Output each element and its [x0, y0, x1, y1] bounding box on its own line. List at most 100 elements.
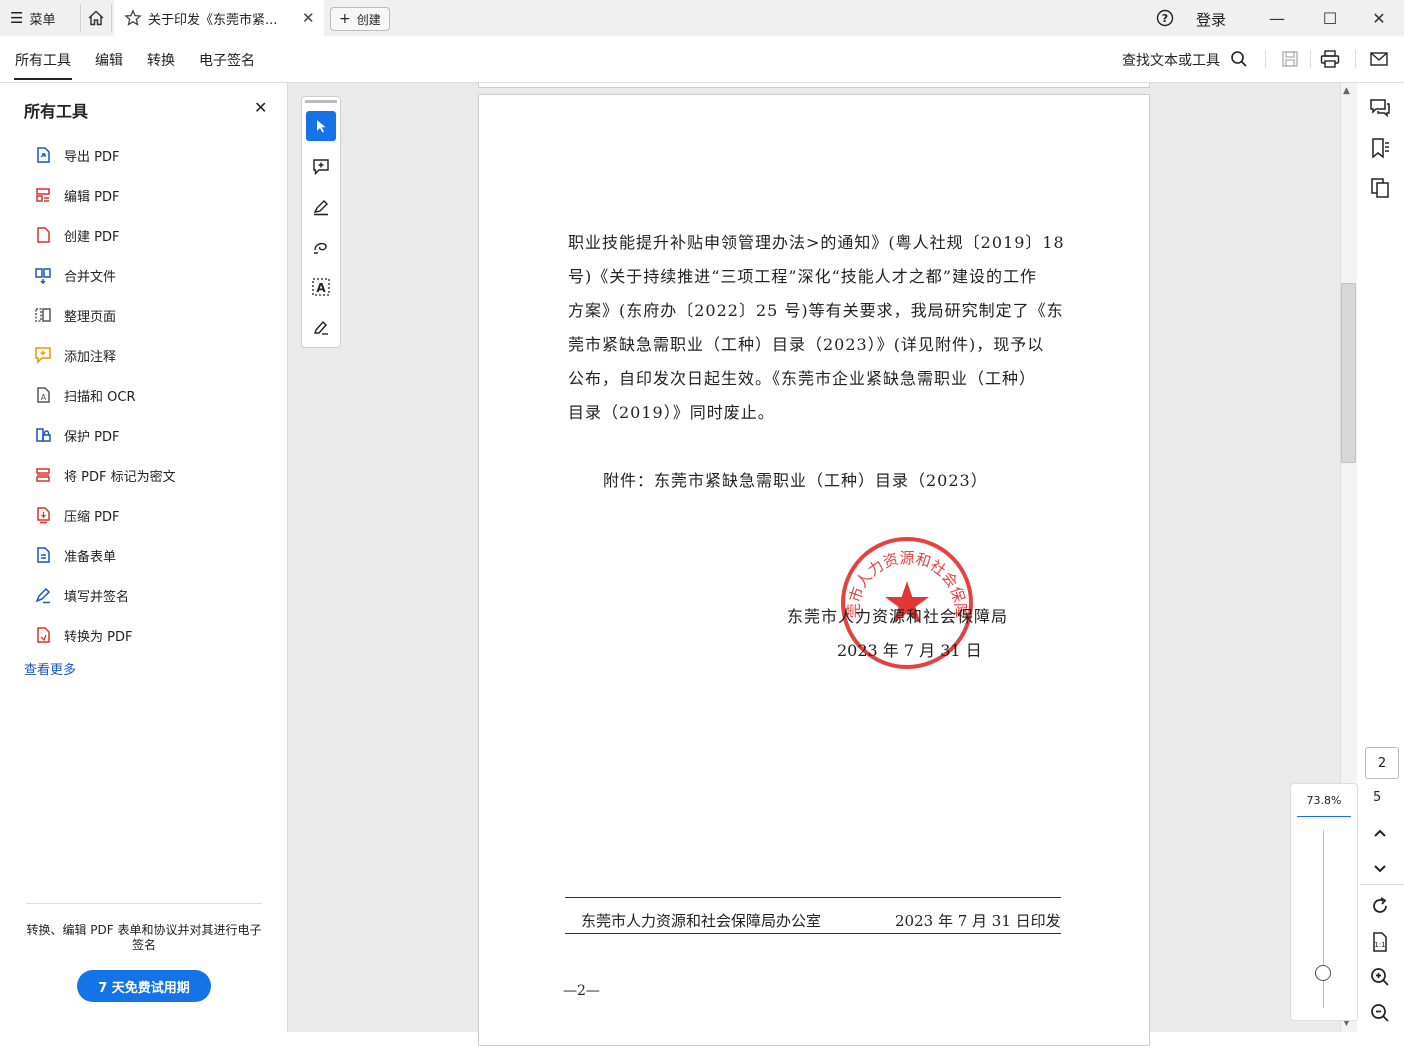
help-icon[interactable]: ? [1156, 9, 1174, 27]
total-pages: 5 [1373, 790, 1382, 805]
footer-date: 2023 年 7 月 31 日印发 [895, 912, 1061, 930]
tool-item[interactable]: 添加注释 [34, 344, 116, 366]
pages-icon[interactable] [1368, 176, 1392, 200]
prepare-form-icon [37, 547, 50, 563]
footer-rule-top [565, 897, 1061, 898]
tool-label: 准备表单 [64, 549, 117, 565]
protect-pdf-icon [36, 428, 51, 442]
divider [1360, 884, 1404, 885]
tool-label: 扫描和 OCR [64, 389, 136, 405]
tool-item[interactable]: 将 PDF 标记为密文 [34, 464, 176, 486]
close-panel-icon[interactable]: ✕ [254, 98, 267, 117]
scroll-up-icon[interactable]: ▲ [1343, 86, 1350, 96]
login-button[interactable]: 登录 [1196, 9, 1226, 30]
tool-item[interactable]: A 扫描和 OCR [34, 384, 135, 406]
print-icon[interactable] [1320, 50, 1340, 68]
tool-label: 添加注释 [64, 349, 117, 365]
create-button[interactable]: + 创建 [330, 7, 390, 31]
tool-label: 编辑 PDF [64, 189, 120, 205]
tool-label: 填写并签名 [64, 589, 130, 605]
tools-panel: 所有工具 ✕ 导出 PDF 编辑 PDF 创建 PDF 合并文件整理页面添加注释 A 扫描… [0, 83, 288, 1032]
tab-all-tools[interactable]: 所有工具 [15, 50, 71, 70]
scan-ocr-icon: A [37, 387, 50, 403]
rotate-icon[interactable] [1368, 894, 1392, 918]
bookmarks-icon[interactable] [1368, 136, 1392, 160]
tool-label: 合并文件 [64, 269, 117, 285]
paragraph-line: 莞市紧缺急需职业（工种）目录（2023）》(详见附件)，现予以 [568, 335, 1045, 354]
tool-item[interactable]: 编辑 PDF [34, 184, 119, 206]
close-window-icon[interactable]: ✕ [1364, 6, 1394, 30]
paragraph-line: 目录（2019）》同时废止。 [568, 403, 775, 422]
create-label: 创建 [356, 12, 381, 27]
search-tools-label[interactable]: 查找文本或工具 [1122, 50, 1220, 70]
tool-item[interactable]: 压缩 PDF [34, 504, 119, 526]
combine-files-icon [35, 268, 51, 284]
panel-title: 所有工具 [24, 102, 89, 121]
maximize-icon[interactable]: ☐ [1315, 6, 1345, 30]
svg-text:A: A [41, 393, 47, 402]
select-tool-button[interactable] [306, 111, 336, 141]
minimize-icon[interactable]: — [1262, 6, 1292, 30]
page-marker: —2— [563, 983, 600, 999]
search-icon[interactable] [1230, 50, 1248, 68]
zoom-level-input[interactable]: 73.8% [1298, 794, 1350, 807]
right-rail [1357, 83, 1404, 1032]
text-recognition-button[interactable]: A [306, 272, 336, 302]
document-tab[interactable]: 关于印发《东莞市紧... ✕ [114, 0, 324, 36]
highlight-tool-button[interactable] [306, 192, 336, 222]
zoom-panel [1290, 783, 1358, 1021]
current-page-input[interactable]: 2 [1365, 747, 1399, 779]
pdf-page[interactable]: 职业技能提升补贴申领管理办法>的通知》(粤人社规〔2019〕18 号)《关于持续推… [478, 94, 1150, 1046]
zoom-slider-track[interactable] [1323, 830, 1324, 1008]
fit-page-icon[interactable]: 1:1 [1368, 930, 1392, 954]
sign-tool-button[interactable] [306, 312, 336, 342]
edit-pdf-icon [36, 188, 50, 202]
redact-icon [36, 468, 50, 482]
tool-item[interactable]: 转换为 PDF [34, 624, 132, 646]
paragraph-line: 方案》(东府办〔2022〕25 号)等有关要求，我局研究制定了《东 [568, 301, 1064, 320]
tool-item[interactable]: 保护 PDF [34, 424, 119, 446]
close-tab-icon[interactable]: ✕ [302, 9, 315, 27]
tool-item[interactable]: 整理页面 [34, 304, 116, 326]
draw-tool-button[interactable] [306, 232, 336, 262]
tool-label: 导出 PDF [64, 149, 120, 165]
convert-to-pdf-icon [37, 627, 50, 643]
add-comment-button[interactable] [306, 152, 336, 182]
menu-button[interactable]: ☰ 菜单 [10, 8, 55, 28]
svg-text:?: ? [1162, 12, 1168, 25]
next-page-icon[interactable] [1368, 856, 1392, 880]
freehand-icon [314, 242, 327, 254]
hamburger-icon: ☰ [10, 9, 24, 27]
free-trial-button[interactable]: 7 天免费试用期 [77, 970, 211, 1002]
tab-convert[interactable]: 转换 [147, 50, 175, 70]
comment-icon [35, 347, 51, 364]
document-tab-title: 关于印发《东莞市紧... [148, 12, 278, 28]
tool-item[interactable]: 创建 PDF [34, 224, 119, 246]
comments-icon[interactable] [1368, 96, 1392, 120]
zoom-in-icon[interactable] [1368, 965, 1392, 989]
export-pdf-icon [37, 147, 50, 163]
footer-rule-bottom [565, 933, 1061, 934]
toolbar-handle[interactable] [305, 100, 337, 103]
signature-org: 东莞市人力资源和社会保障局 [787, 607, 1009, 626]
footer-org: 东莞市人力资源和社会保障局办公室 [581, 912, 822, 930]
star-icon[interactable] [124, 9, 142, 27]
home-button[interactable] [80, 4, 112, 32]
cursor-icon [317, 120, 326, 133]
tool-item[interactable]: 准备表单 [34, 544, 116, 566]
save-icon[interactable] [1281, 50, 1299, 68]
compress-pdf-icon [37, 507, 50, 524]
tool-item[interactable]: 导出 PDF [34, 144, 119, 166]
previous-page-icon[interactable] [1368, 822, 1392, 846]
quick-tools-toolbar: A [301, 96, 341, 348]
tab-e-sign[interactable]: 电子签名 [199, 50, 255, 70]
mail-icon[interactable] [1370, 51, 1388, 67]
organize-pages-icon [35, 308, 51, 322]
zoom-out-icon[interactable] [1368, 1001, 1392, 1025]
tool-label: 保护 PDF [64, 429, 120, 445]
see-more-link[interactable]: 查看更多 [24, 659, 76, 678]
tool-item[interactable]: 合并文件 [34, 264, 116, 286]
tab-edit[interactable]: 编辑 [95, 50, 123, 70]
scroll-thumb[interactable] [1341, 283, 1356, 463]
tool-item[interactable]: 填写并签名 [34, 584, 129, 606]
